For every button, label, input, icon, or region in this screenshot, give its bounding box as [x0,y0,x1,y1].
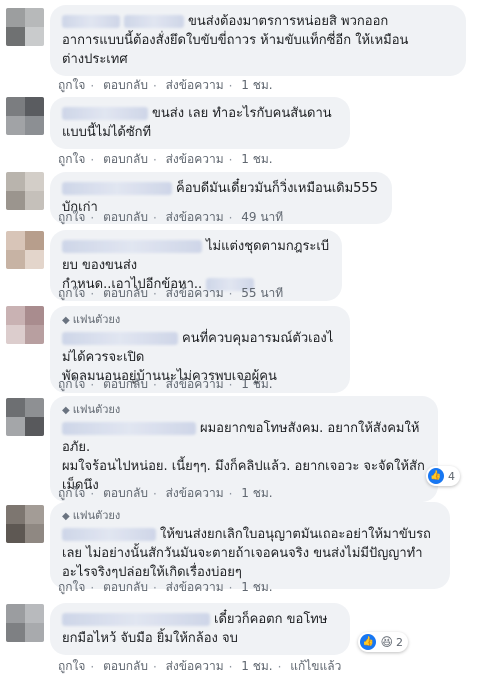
laugh-emoji-icon: 😆 [380,635,393,649]
blurred-name[interactable] [62,240,202,253]
reply-link[interactable]: ตอบกลับ [103,286,148,300]
blurred-name[interactable] [124,15,184,28]
avatar[interactable] [6,97,44,135]
reply-link[interactable]: ตอบกลับ [103,659,148,673]
avatar[interactable] [6,172,44,210]
blurred-name[interactable] [62,182,172,195]
like-link[interactable]: ถูกใจ [58,486,85,500]
comment-actions: ถูกใจ · ตอบกลับ · ส่งข้อความ · 1 ชม. [58,377,273,392]
comment-bubble: ขนส่งต้องมาตรการหน่อยสิ พวกออก อาการแบบน… [50,5,466,76]
avatar[interactable] [6,604,44,642]
reply-link[interactable]: ตอบกลับ [103,210,148,224]
comment-actions: ถูกใจ · ตอบกลับ · ส่งข้อความ · 1 ชม. [58,580,273,595]
timestamp[interactable]: 1 ชม. [241,78,272,92]
comment-actions: ถูกใจ · ตอบกลับ · ส่งข้อความ · 55 นาที [58,286,284,301]
send-message-link[interactable]: ส่งข้อความ [166,152,224,166]
like-link[interactable]: ถูกใจ [58,152,85,166]
top-fan-badge: ◆ แฟนตัวยง [62,403,121,416]
like-link[interactable]: ถูกใจ [58,286,85,300]
send-message-link[interactable]: ส่งข้อความ [166,580,224,594]
avatar[interactable] [6,231,44,269]
blurred-name[interactable] [62,528,156,541]
timestamp[interactable]: 1 ชม. [241,377,272,391]
thumbs-up-icon: 👍 [428,468,444,484]
send-message-link[interactable]: ส่งข้อความ [166,486,224,500]
comment-actions: ถูกใจ · ตอบกลับ · ส่งข้อความ · 1 ชม. [58,78,273,93]
reply-link[interactable]: ตอบกลับ [103,580,148,594]
avatar[interactable] [6,398,44,436]
blurred-name[interactable] [62,332,178,345]
top-fan-badge: ◆ แฟนตัวยง [62,509,121,522]
avatar[interactable] [6,306,44,344]
timestamp[interactable]: 55 นาที [241,286,283,300]
comment-text: ขนส่ง เลย ทำอะไรกับคนสันดาน แบบนี้ไม่ได้… [62,106,332,140]
edited-label[interactable]: แก้ไขแล้ว [290,659,341,673]
blurred-name[interactable] [62,107,148,120]
send-message-link[interactable]: ส่งข้อความ [166,78,224,92]
comment-actions: ถูกใจ · ตอบกลับ · ส่งข้อความ · 1 ชม. [58,152,273,167]
blurred-name[interactable] [62,15,120,28]
reply-link[interactable]: ตอบกลับ [103,377,148,391]
thumbs-up-icon: 👍 [360,634,377,650]
reaction-count[interactable]: 👍 😆 2 [358,632,408,652]
comment-bubble: ◆ แฟนตัวยง ให้ขนส่งยกเลิกใบอนุญาตมันเถอะอ… [50,502,450,589]
comment-bubble: ขนส่ง เลย ทำอะไรกับคนสันดาน แบบนี้ไม่ได้… [50,97,350,149]
comment-text: ให้ขนส่งยกเลิกใบอนุญาตมันเถอะอย่าให้มาขั… [62,527,431,580]
reply-link[interactable]: ตอบกลับ [103,78,148,92]
timestamp[interactable]: 1 ชม. [241,580,272,594]
send-message-link[interactable]: ส่งข้อความ [166,210,224,224]
comment-actions: ถูกใจ · ตอบกลับ · ส่งข้อความ · 1 ชม. [58,486,273,501]
avatar[interactable] [6,505,44,543]
comment-text: เดี๋ยวก็คอตก ขอโทษ ยกมือไหว้ จับมือ ยิ้ม… [62,612,328,646]
blurred-name[interactable] [62,613,210,626]
avatar[interactable] [6,8,44,46]
send-message-link[interactable]: ส่งข้อความ [166,377,224,391]
like-link[interactable]: ถูกใจ [58,377,85,391]
timestamp[interactable]: 1 ชม. [241,152,272,166]
like-link[interactable]: ถูกใจ [58,210,85,224]
send-message-link[interactable]: ส่งข้อความ [166,286,224,300]
send-message-link[interactable]: ส่งข้อความ [166,659,224,673]
timestamp[interactable]: 1 ชม. [241,486,272,500]
timestamp[interactable]: 49 นาที [241,210,283,224]
like-link[interactable]: ถูกใจ [58,659,85,673]
comment-actions: ถูกใจ · ตอบกลับ · ส่งข้อความ · 49 นาที [58,210,284,225]
like-link[interactable]: ถูกใจ [58,78,85,92]
comment-actions: ถูกใจ · ตอบกลับ · ส่งข้อความ · 1 ชม. · แก้ไข… [58,659,342,674]
reply-link[interactable]: ตอบกลับ [103,152,148,166]
comment-bubble: เดี๋ยวก็คอตก ขอโทษ ยกมือไหว้ จับมือ ยิ้ม… [50,603,350,655]
diamond-icon: ◆ [62,511,70,522]
blurred-name[interactable] [62,422,196,435]
reply-link[interactable]: ตอบกลับ [103,486,148,500]
reaction-count[interactable]: 👍 4 [426,466,460,486]
diamond-icon: ◆ [62,315,70,326]
top-fan-badge: ◆ แฟนตัวยง [62,313,121,326]
comment-text: ขนส่งต้องมาตรการหน่อยสิ พวกออก อาการแบบน… [62,14,409,67]
timestamp[interactable]: 1 ชม. [241,659,272,673]
diamond-icon: ◆ [62,405,70,416]
like-link[interactable]: ถูกใจ [58,580,85,594]
